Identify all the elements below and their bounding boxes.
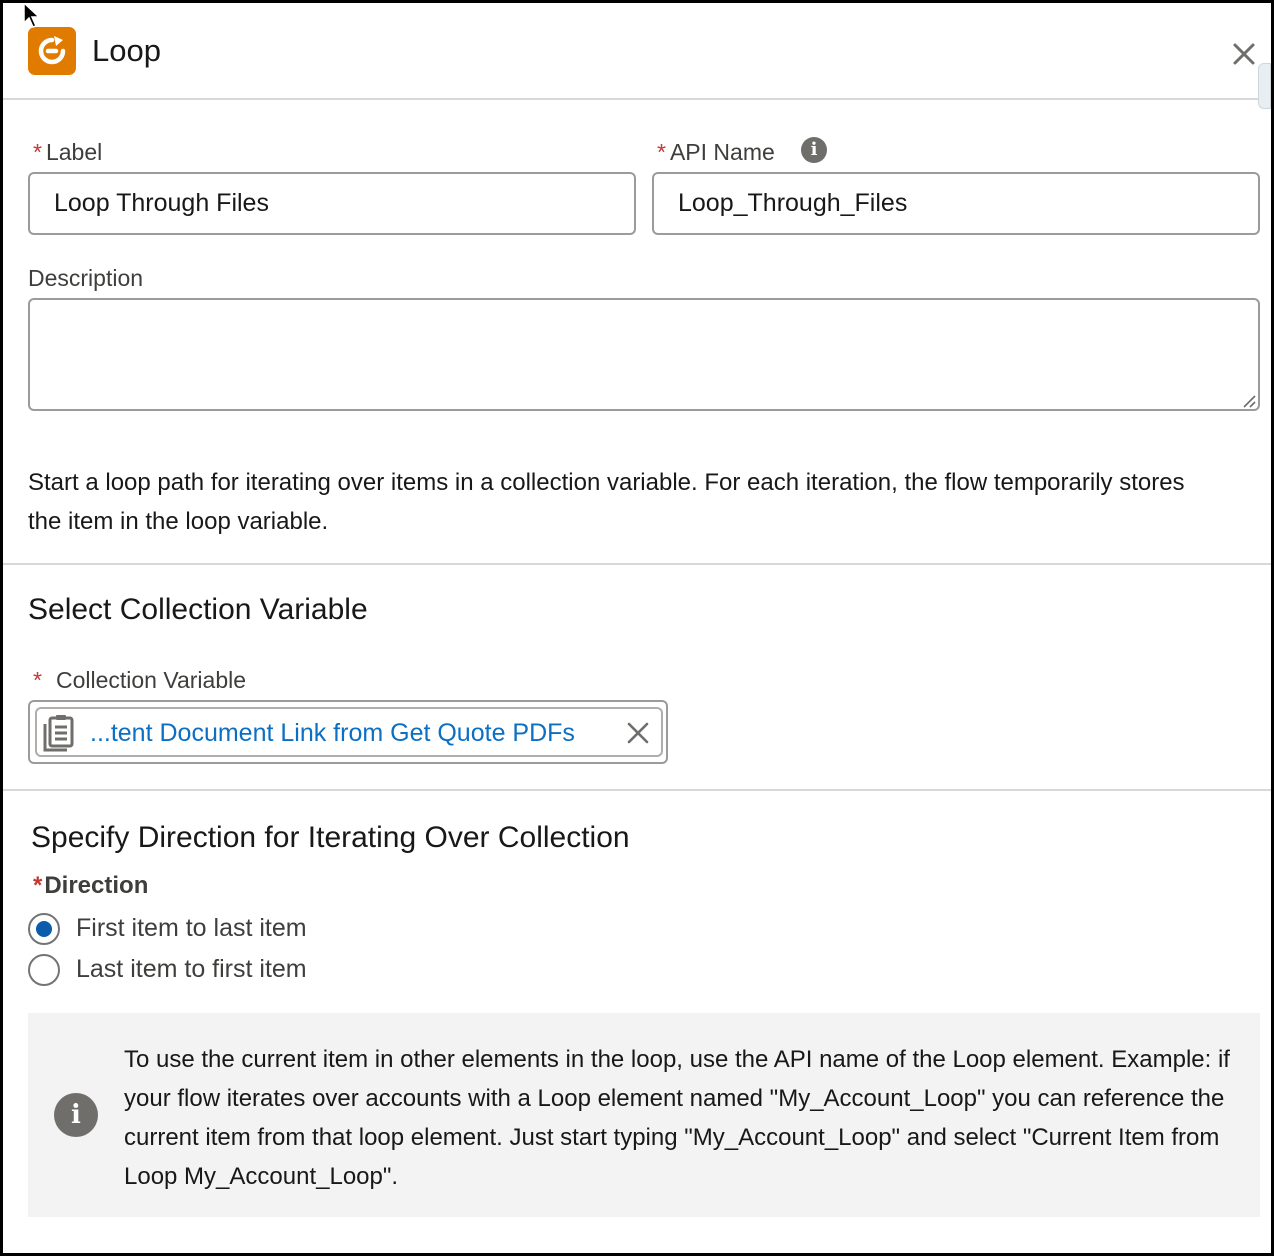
info-icon[interactable]: i [801,137,827,163]
intro-text: Start a loop path for iterating over ite… [28,469,1185,535]
info-box-text: To use the current item in other element… [124,1046,1230,1190]
api-name-field-label: * API Name [657,139,775,165]
api-name-input[interactable] [652,172,1260,235]
section-divider [3,563,1271,565]
close-icon [1233,43,1255,65]
mouse-cursor-icon [23,3,41,28]
required-marker: * [657,139,666,165]
resize-grip-icon[interactable] [1241,393,1257,409]
radio-button[interactable] [28,954,60,986]
collection-variable-combobox[interactable]: ...tent Document Link from Get Quote PDF… [28,700,668,764]
required-marker: * [33,872,43,899]
panel-header: Loop [3,3,1271,109]
info-icon: i [54,1093,98,1137]
remove-pill-icon[interactable] [626,721,650,745]
direction-section-title: Specify Direction for Iterating Over Col… [31,821,630,854]
section-divider [3,789,1271,791]
label-field-label: * Label [33,139,103,165]
loop-refresh-icon [28,27,76,75]
description-field-label: Description [28,265,144,291]
panel-title: Loop [92,33,161,68]
scrollbar-thumb[interactable] [1258,63,1271,109]
collection-section-title: Select Collection Variable [28,593,368,626]
radio-label: First item to last item [76,914,307,942]
radio-label: Last item to first item [76,955,307,983]
required-marker: * [33,667,42,693]
description-textarea[interactable] [28,298,1260,411]
close-button[interactable] [1227,37,1261,71]
collection-variable-value[interactable]: ...tent Document Link from Get Quote PDF… [90,719,575,748]
collection-field-label: * Collection Variable [33,667,247,693]
required-marker: * [33,139,42,165]
direction-field-label: *Direction [33,872,149,899]
radio-button-checked[interactable] [28,913,60,945]
label-input[interactable] [28,172,636,235]
collection-list-icon [43,715,74,752]
loop-editor-panel: Loop *Label *API Name i Description Star… [0,0,1274,1256]
info-box: i To use the current item in other eleme… [28,1013,1260,1217]
collection-variable-pill[interactable]: ...tent Document Link from Get Quote PDF… [35,707,663,757]
